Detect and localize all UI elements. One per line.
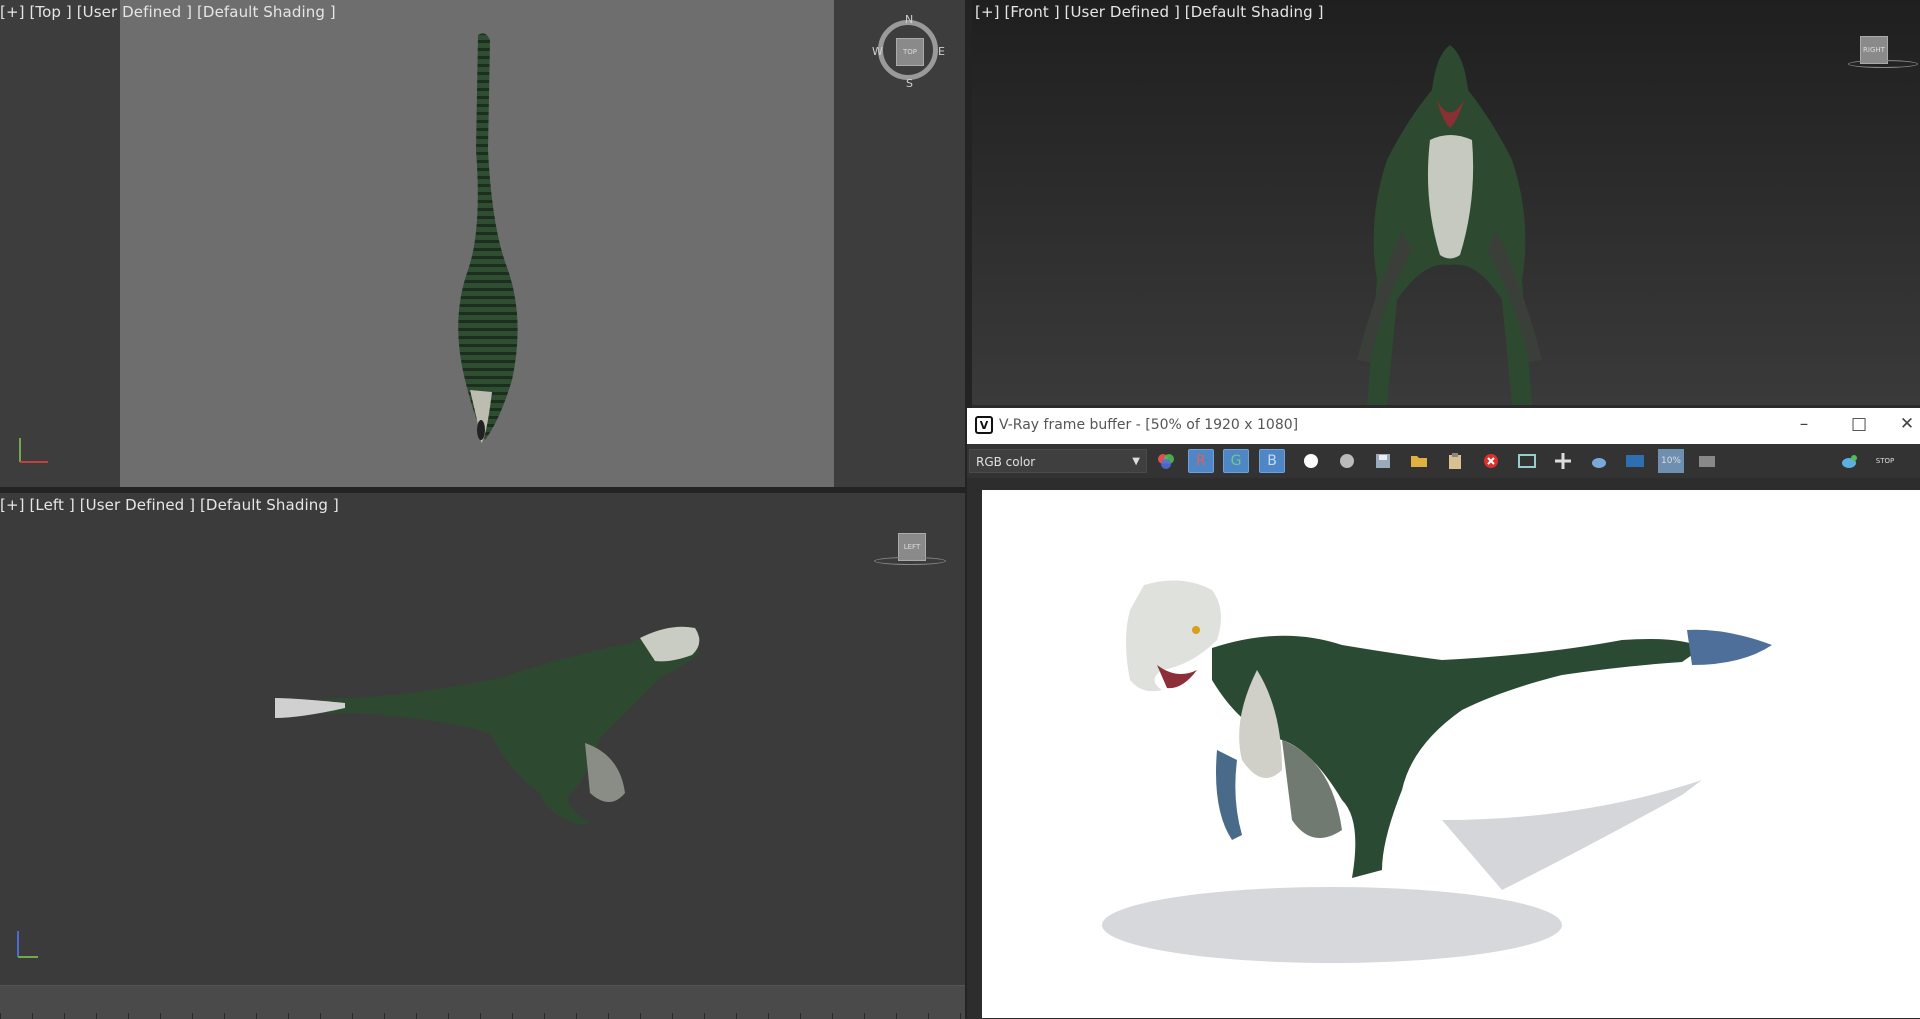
close-button[interactable]: ✕: [1892, 414, 1920, 434]
clear-icon[interactable]: [1478, 449, 1504, 473]
render-image: [982, 490, 1920, 1018]
render-icon[interactable]: [1836, 449, 1862, 473]
chevron-down-icon: ▼: [1132, 456, 1140, 467]
window-title: V-Ray frame buffer - [50% of 1920 x 1080…: [999, 417, 1299, 433]
axis-gizmo-icon: [17, 931, 38, 958]
dino-top-view: [458, 33, 518, 443]
history-icon[interactable]: [1694, 449, 1720, 473]
timeline-ticks: [0, 1013, 965, 1019]
viewcube-ring: [1848, 60, 1918, 68]
open-folder-icon[interactable]: [1406, 449, 1432, 473]
viewport-label[interactable]: [+] [Top ] [User Defined ] [Default Shad…: [0, 3, 336, 21]
viewport-top[interactable]: [+] [Top ] [User Defined ] [Default Shad…: [0, 0, 965, 487]
time-slider[interactable]: [0, 985, 965, 1019]
mono-gray-icon[interactable]: [1334, 449, 1360, 473]
vray-logo-icon: V: [975, 416, 993, 434]
vfb-toolbar: RGB color ▼ R G B 10% STOP: [967, 444, 1920, 478]
lens-fx-icon[interactable]: [1622, 449, 1648, 473]
viewport-front[interactable]: [+] [Front ] [User Defined ] [Default Sh…: [972, 0, 1920, 405]
teapot-render-icon[interactable]: [1586, 449, 1612, 473]
compass-e: E: [938, 45, 945, 58]
stop-icon[interactable]: STOP: [1872, 449, 1898, 473]
viewport-label[interactable]: [+] [Front ] [User Defined ] [Default Sh…: [975, 3, 1324, 21]
compass-n: N: [905, 13, 914, 26]
minimize-button[interactable]: –: [1789, 414, 1819, 434]
compass-s: S: [906, 77, 913, 90]
region-icon[interactable]: [1514, 449, 1540, 473]
blue-channel-button[interactable]: B: [1259, 449, 1285, 473]
channel-select-value: RGB color: [976, 455, 1036, 469]
compass-w: W: [872, 45, 883, 58]
viewport-divider-horizontal[interactable]: [0, 487, 965, 493]
viewport-label[interactable]: [+] [Left ] [User Defined ] [Default Sha…: [0, 496, 339, 514]
vray-frame-buffer-window[interactable]: V V-Ray frame buffer - [50% of 1920 x 10…: [967, 408, 1920, 1018]
axis-gizmo-icon: [19, 438, 48, 463]
zoom-badge-icon[interactable]: 10%: [1658, 449, 1684, 473]
maximize-button[interactable]: □: [1844, 414, 1874, 434]
rendered-dino: [1102, 580, 1772, 963]
track-mouse-icon[interactable]: [1550, 449, 1576, 473]
viewcube-ring: [874, 557, 946, 565]
channel-select[interactable]: RGB color ▼: [969, 449, 1147, 473]
mono-white-icon[interactable]: [1298, 449, 1324, 473]
viewcube[interactable]: RIGHT: [1848, 30, 1918, 75]
green-channel-button[interactable]: G: [1223, 449, 1249, 473]
dino-left-view: [275, 626, 700, 825]
color-swatch-icon[interactable]: [1153, 449, 1179, 473]
red-channel-button[interactable]: R: [1188, 449, 1214, 473]
window-titlebar[interactable]: V V-Ray frame buffer - [50% of 1920 x 10…: [967, 408, 1920, 444]
dino-front-view: [1357, 45, 1542, 405]
clipboard-icon[interactable]: [1442, 449, 1468, 473]
viewcube-compass[interactable]: TOP N S E W: [872, 13, 946, 90]
viewcube[interactable]: LEFT: [874, 533, 946, 573]
save-icon[interactable]: [1370, 449, 1396, 473]
cube-top-face[interactable]: TOP: [896, 38, 924, 66]
viewport-left[interactable]: [+] [Left ] [User Defined ] [Default Sha…: [0, 493, 965, 985]
